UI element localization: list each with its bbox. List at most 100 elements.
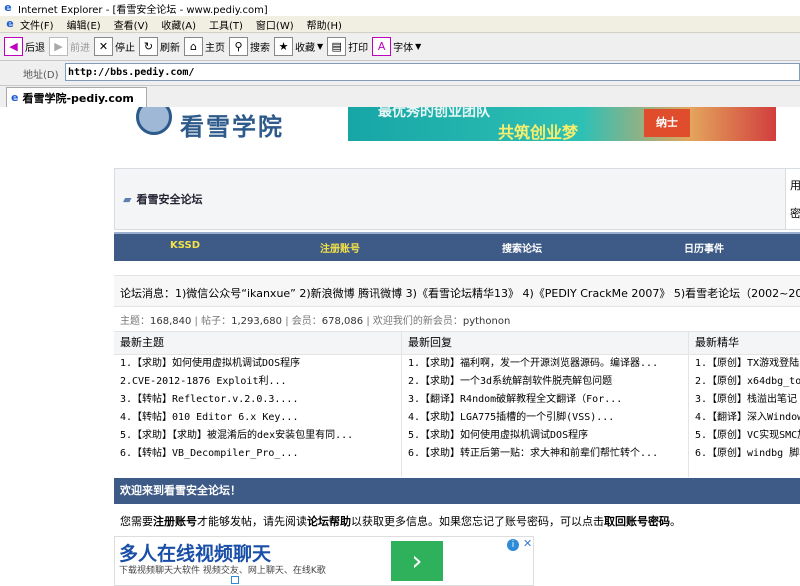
home-button[interactable]: ⌂ 主页 [184, 36, 225, 58]
list-item[interactable]: 5.【求助】【求助】被混淆后的dex安装包里有同... [114, 427, 401, 445]
nav-kssd[interactable]: KSSD [170, 240, 200, 251]
list-item[interactable]: 6.【求助】转正后第一贴：求大神和前辈们帮忙转个... [402, 445, 688, 463]
stop-button[interactable]: ✕ 停止 [94, 36, 135, 58]
banner-top-text: 最优秀的创业团队 [378, 107, 490, 120]
bottom-ad[interactable]: 多人在线视频聊天 下载视频聊天大软件 视频交友、网上聊天、在线K歌 › i ✕ [114, 536, 534, 586]
ie-page-icon: e [11, 91, 19, 104]
latest-topics-column: 最新主题 1.【求助】如何使用虚拟机调试DOS程序 2.CVE-2012-187… [114, 332, 401, 477]
nav-search[interactable]: 搜索论坛 [502, 240, 542, 255]
toolbar: ◀ 后退 ▶ 前进 ✕ 停止 ↻ 刷新 ⌂ 主页 ⚲ 搜索 ★ 收藏 ▼ ▤ 打印 A 字体 ▼ [0, 33, 800, 61]
list-item[interactable]: 4.【求助】LGA775插槽的一个引脚(VSS)... [402, 409, 688, 427]
list-item[interactable]: 1.【求助】如何使用虚拟机调试DOS程序 [114, 355, 401, 373]
logo-emblem-icon [136, 107, 172, 135]
list-item[interactable]: 2.【原创】x64dbg_to [689, 373, 800, 391]
ad-go-button[interactable]: › [391, 541, 443, 581]
ad-subtext: 下载视频聊天大软件 视频交友、网上聊天、在线K歌 [119, 566, 326, 576]
list-item[interactable]: 2.【求助】一个3d系统解剖软件脱壳解包问题 [402, 373, 688, 391]
forum-stats: 主题：168,840 | 帖子：1,293,680 | 会员：678,086 |… [120, 316, 511, 327]
font-icon: A [372, 37, 392, 56]
refresh-icon: ↻ [139, 37, 158, 56]
tab-pediy[interactable]: e 看雪学院-pediy.com [6, 87, 147, 107]
column-header: 最新回复 [402, 332, 688, 355]
notice-text[interactable]: 论坛消息：1)微信公众号“ikanxue” 2)新浪微博 腾讯微博 3)《看雪论… [120, 285, 800, 301]
menu-edit[interactable]: 编辑(E) [67, 17, 101, 32]
banner-badge: 纳士 [644, 109, 690, 137]
search-icon: ⚲ [229, 37, 248, 56]
ie-logo-icon: e [6, 17, 14, 30]
search-button[interactable]: ⚲ 搜索 [229, 36, 270, 58]
list-item[interactable]: 5.【求助】如何使用虚拟机调试DOS程序 [402, 427, 688, 445]
login-password-label: 密 [790, 207, 800, 220]
menu-tools[interactable]: 工具(T) [209, 17, 243, 32]
nav-calendar[interactable]: 日历事件 [684, 240, 724, 255]
back-arrow-icon: ◀ [4, 37, 23, 56]
nav-register[interactable]: 注册账号 [320, 240, 360, 255]
list-item[interactable]: 1.【原创】TX游戏登陆 [689, 355, 800, 373]
latest-elite-column: 最新精华 1.【原创】TX游戏登陆 2.【原创】x64dbg_to 3.【原创】… [689, 332, 800, 477]
chevron-down-icon: ▼ [317, 42, 324, 51]
left-margin [0, 107, 107, 586]
site-logo[interactable]: 看雪学院 [136, 107, 296, 141]
list-item[interactable]: 3.【转帖】Reflector.v.2.0.3.... [114, 391, 401, 409]
logo-text: 看雪学院 [180, 113, 284, 141]
tab-bar: e 看雪学院-pediy.com [0, 86, 800, 108]
home-icon: ⌂ [184, 37, 203, 56]
menu-bar: e 文件(F) 编辑(E) 查看(V) 收藏(A) 工具(T) 窗口(W) 帮助… [0, 16, 800, 33]
ie-logo-icon: e [4, 1, 12, 14]
recover-password-link[interactable]: 取回账号密码 [604, 515, 670, 528]
menu-window[interactable]: 窗口(W) [256, 17, 294, 32]
address-bar: 地址(D) http://bbs.pediy.com/ [0, 61, 800, 86]
window-title: Internet Explorer - [看雪安全论坛 - www.pediy.… [18, 4, 268, 16]
list-item[interactable]: 6.【转帖】VB_Decompiler_Pro_... [114, 445, 401, 463]
top-banner-ad[interactable]: 最优秀的创业团队 共筑创业梦 纳士 [348, 107, 776, 142]
latest-posts-grid: 最新主题 1.【求助】如何使用虚拟机调试DOS程序 2.CVE-2012-187… [114, 331, 800, 477]
column-header: 最新主题 [114, 332, 401, 355]
topic-count: 168,840 [150, 316, 192, 327]
ad-info-icon[interactable]: i [507, 539, 519, 551]
ad-headline: 多人在线视频聊天 [119, 543, 272, 565]
chevron-down-icon: ▼ [415, 42, 422, 51]
list-item[interactable]: 1.【求助】福利啊，发一个开源浏览器源码。编译器... [402, 355, 688, 373]
menu-file[interactable]: 文件(F) [20, 17, 54, 32]
forum-nav: KSSD 注册账号 搜索论坛 日历事件 [114, 232, 800, 261]
refresh-button[interactable]: ↻ 刷新 [139, 36, 180, 58]
forum-folder-icon: ▰ [123, 193, 132, 206]
latest-replies-column: 最新回复 1.【求助】福利啊，发一个开源浏览器源码。编译器... 2.【求助】一… [402, 332, 688, 477]
list-item[interactable]: 3.【翻译】R4ndom破解教程全文翻译（For... [402, 391, 688, 409]
printer-icon: ▤ [327, 37, 347, 56]
list-item[interactable]: 5.【原创】VC实现SMC加 [689, 427, 800, 445]
menu-favorites[interactable]: 收藏(A) [161, 17, 196, 32]
member-count: 678,086 [321, 316, 364, 327]
ad-indicator-icon [231, 576, 239, 584]
font-button[interactable]: A 字体 ▼ [372, 36, 421, 58]
title-bar: e Internet Explorer - [看雪安全论坛 - www.pedi… [0, 0, 800, 16]
stop-icon: ✕ [94, 37, 113, 56]
list-item[interactable]: 4.【翻译】深入Window [689, 409, 800, 427]
star-icon: ★ [274, 37, 293, 56]
list-item[interactable]: 2.CVE-2012-1876 Exploit利... [114, 373, 401, 391]
menu-view[interactable]: 查看(V) [114, 17, 149, 32]
menu-help[interactable]: 帮助(H) [307, 17, 342, 32]
newest-member-link[interactable]: pythonon [463, 316, 510, 327]
ad-close-icon[interactable]: ✕ [523, 537, 532, 550]
list-item[interactable]: 3.【原创】栈溢出笔记 [689, 391, 800, 409]
forum-notice: 论坛消息：1)微信公众号“ikanxue” 2)新浪微博 腾讯微博 3)《看雪论… [114, 275, 800, 307]
favorites-button[interactable]: ★ 收藏 ▼ [274, 36, 323, 58]
register-link[interactable]: 注册账号 [153, 515, 197, 528]
page-content: 看雪学院 最优秀的创业团队 共筑创业梦 纳士 ▰ 看雪安全论坛 用 密 KSSD … [0, 107, 800, 586]
address-input[interactable]: http://bbs.pediy.com/ [65, 63, 800, 81]
forum-header: ▰ 看雪安全论坛 用 密 [114, 168, 800, 230]
login-panel: 用 密 [785, 169, 800, 229]
list-item[interactable]: 4.【转帖】010 Editor 6.x Key... [114, 409, 401, 427]
print-button[interactable]: ▤ 打印 [327, 36, 368, 58]
back-button[interactable]: ◀ 后退 [4, 36, 45, 58]
welcome-description: 您需要注册账号才能够发帖，请先阅读论坛帮助以获取更多信息。如果您忘记了账号密码，… [120, 515, 681, 528]
welcome-bar: 欢迎来到看雪安全论坛！ [114, 478, 800, 504]
post-count: 1,293,680 [231, 316, 283, 327]
login-user-label: 用 [790, 179, 800, 192]
tab-label: 看雪学院-pediy.com [22, 91, 134, 105]
forum-title[interactable]: ▰ 看雪安全论坛 [123, 191, 202, 207]
help-link[interactable]: 论坛帮助 [307, 515, 351, 528]
forward-button[interactable]: ▶ 前进 [49, 36, 90, 58]
list-item[interactable]: 6.【原创】windbg 脚本 [689, 445, 800, 463]
